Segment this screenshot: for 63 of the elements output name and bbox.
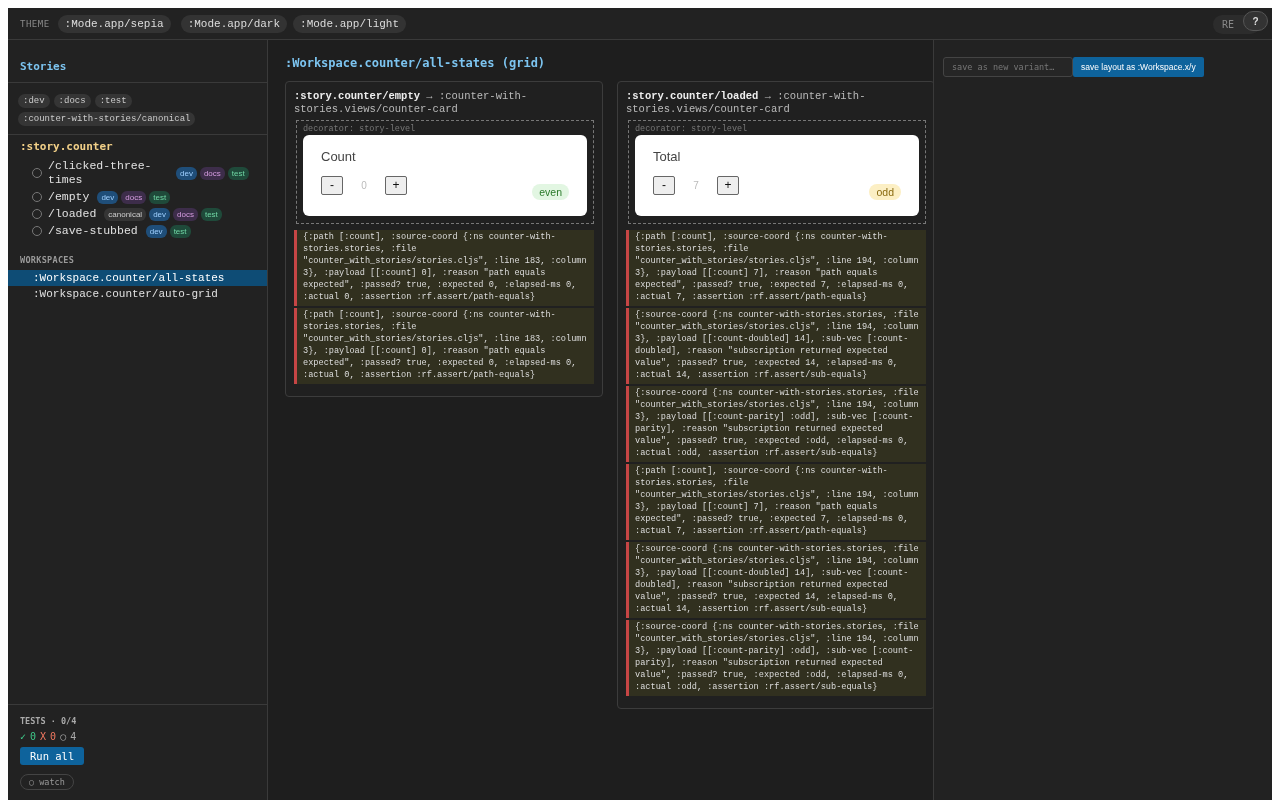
- story-link[interactable]: /save-stubbed: [48, 224, 138, 238]
- workspace-item[interactable]: :Workspace.counter/all-states: [8, 270, 267, 286]
- decorator-label: decorator: story-level: [635, 124, 749, 134]
- story-tag: docs: [121, 190, 147, 204]
- tag-filter[interactable]: :counter-with-stories/canonical: [18, 112, 196, 126]
- story-tag: dev: [176, 166, 197, 180]
- decrement-button[interactable]: -: [321, 175, 343, 195]
- theme-mode-button[interactable]: :Mode.app/dark: [180, 14, 288, 33]
- status-symbol: ○: [60, 731, 67, 742]
- story-heading: :story.counter/empty → :counter-with-stories.views/counter-card: [294, 90, 529, 116]
- theme-mode-button[interactable]: :Mode.app/sepia: [57, 14, 171, 33]
- sidebar-title: Stories: [20, 60, 67, 73]
- parity-badge: even: [532, 184, 569, 200]
- counter-value: 0: [360, 179, 368, 191]
- story-tag: docs: [199, 166, 225, 180]
- assertion-log: {:path [:count], :source-coord {:ns counter-with-stories.stories, :file "counter_with_stories/stories.cljs", :line 183, :column 3}, :payload [[:count] 0], :reason "path equals expected", :passed? true, :expected 0, :elapsed-ms 0, :actual 0, :assertion :rf.assert/path-equals}: [294, 308, 594, 384]
- story-tag: test: [227, 166, 249, 180]
- story-link[interactable]: /empty: [48, 190, 90, 204]
- status-symbol: X: [40, 731, 47, 742]
- theme-mode-button[interactable]: :Mode.app/light: [293, 14, 407, 33]
- story-link[interactable]: /loaded: [48, 207, 97, 221]
- story-tag: dev: [149, 207, 171, 221]
- tag-filter[interactable]: :docs: [53, 94, 91, 108]
- story-tag: test: [200, 207, 222, 221]
- tag-filter[interactable]: :test: [94, 94, 132, 108]
- story-tag: test: [169, 224, 191, 238]
- story-tag: test: [149, 190, 171, 204]
- increment-button[interactable]: +: [385, 175, 407, 195]
- decrement-button[interactable]: -: [653, 175, 675, 195]
- counter-label: Count: [321, 149, 357, 164]
- help-button[interactable]: ?: [1243, 11, 1268, 31]
- parity-badge: odd: [869, 184, 901, 200]
- counter-label: Total: [653, 149, 682, 164]
- assertion-log: {:source-coord {:ns counter-with-stories.stories, :file "counter_with_stories/stories.cljs", :line 194, :column 3}, :payload [[:count-doubled] 14], :sub-vec [:count-doubled], :reason "subscription returned expected value", :passed? true, :expected 14, :elapsed-ms 0, :actual 14, :assertion :rf.assert/sub-equals}: [626, 308, 926, 384]
- assertion-log: {:path [:count], :source-coord {:ns counter-with-stories.stories, :file "counter_with_stories/stories.cljs", :line 183, :column 3}, :payload [[:count] 0], :reason "path equals expected", :passed? true, :expected 0, :elapsed-ms 0, :actual 0, :assertion :rf.assert/path-equals}: [294, 230, 594, 306]
- assertion-log: {:path [:count], :source-coord {:ns counter-with-stories.stories, :file "counter_with_stories/stories.cljs", :line 194, :column 3}, :payload [[:count] 7], :reason "path equals expected", :passed? true, :expected 7, :elapsed-ms 0, :actual 7, :assertion :rf.assert/path-equals}: [626, 464, 926, 540]
- theme-label: THEME: [20, 18, 50, 29]
- story-tag: dev: [145, 224, 167, 238]
- save-layout-button[interactable]: save layout as :Workspace.x/y: [1073, 57, 1204, 77]
- decorator-label: decorator: story-level: [303, 124, 417, 134]
- increment-button[interactable]: +: [717, 175, 739, 195]
- status-symbol: ✓: [20, 731, 27, 742]
- run-all-button[interactable]: Run all: [20, 747, 85, 765]
- assertion-log: {:path [:count], :source-coord {:ns counter-with-stories.stories, :file "counter_with_stories/stories.cljs", :line 194, :column 3}, :payload [[:count] 7], :reason "path equals expected", :passed? true, :expected 7, :elapsed-ms 0, :actual 7, :assertion :rf.assert/path-equals}: [626, 230, 926, 306]
- counter-value: 7: [692, 179, 700, 191]
- workspace-title: :Workspace.counter/all-states (grid): [285, 56, 547, 70]
- assertion-log: {:source-coord {:ns counter-with-stories.stories, :file "counter_with_stories/stories.cljs", :line 194, :column 3}, :payload [[:count-parity] :odd], :sub-vec [:count-parity], :reason "subscription returned expected value", :passed? true, :expected :odd, :elapsed-ms 0, :actual :odd, :assertion :rf.assert/sub-equals}: [626, 620, 926, 696]
- assertion-log: {:source-coord {:ns counter-with-stories.stories, :file "counter_with_stories/stories.cljs", :line 194, :column 3}, :payload [[:count-parity] :odd], :sub-vec [:count-parity], :reason "subscription returned expected value", :passed? true, :expected :odd, :elapsed-ms 0, :actual :odd, :assertion :rf.assert/sub-equals}: [626, 386, 926, 462]
- section-label: WORKSPACES: [19, 254, 76, 267]
- story-tag: docs: [173, 207, 198, 221]
- test-count: 0: [30, 731, 37, 742]
- tag-filter[interactable]: :dev: [18, 94, 50, 108]
- story-group-label: :story.counter: [19, 140, 114, 155]
- tests-title: TESTS · 0/4: [20, 716, 77, 726]
- story-tag: canonical: [104, 207, 147, 221]
- workspace-item[interactable]: :Workspace.counter/auto-grid: [8, 286, 267, 302]
- story-link[interactable]: /clicked-three-times: [48, 159, 168, 187]
- assertion-log: {:source-coord {:ns counter-with-stories.stories, :file "counter_with_stories/stories.cljs", :line 194, :column 3}, :payload [[:count-doubled] 14], :sub-vec [:count-doubled], :reason "subscription returned expected value", :passed? true, :expected 14, :elapsed-ms 0, :actual 14, :assertion :rf.assert/sub-equals}: [626, 542, 926, 618]
- test-count: 4: [70, 731, 77, 742]
- test-count: 0: [50, 731, 57, 742]
- story-tag: dev: [97, 190, 119, 204]
- variant-name-field[interactable]: save as new variant…: [943, 57, 1073, 77]
- story-heading: :story.counter/loaded → :counter-with-stories.views/counter-card: [626, 90, 867, 116]
